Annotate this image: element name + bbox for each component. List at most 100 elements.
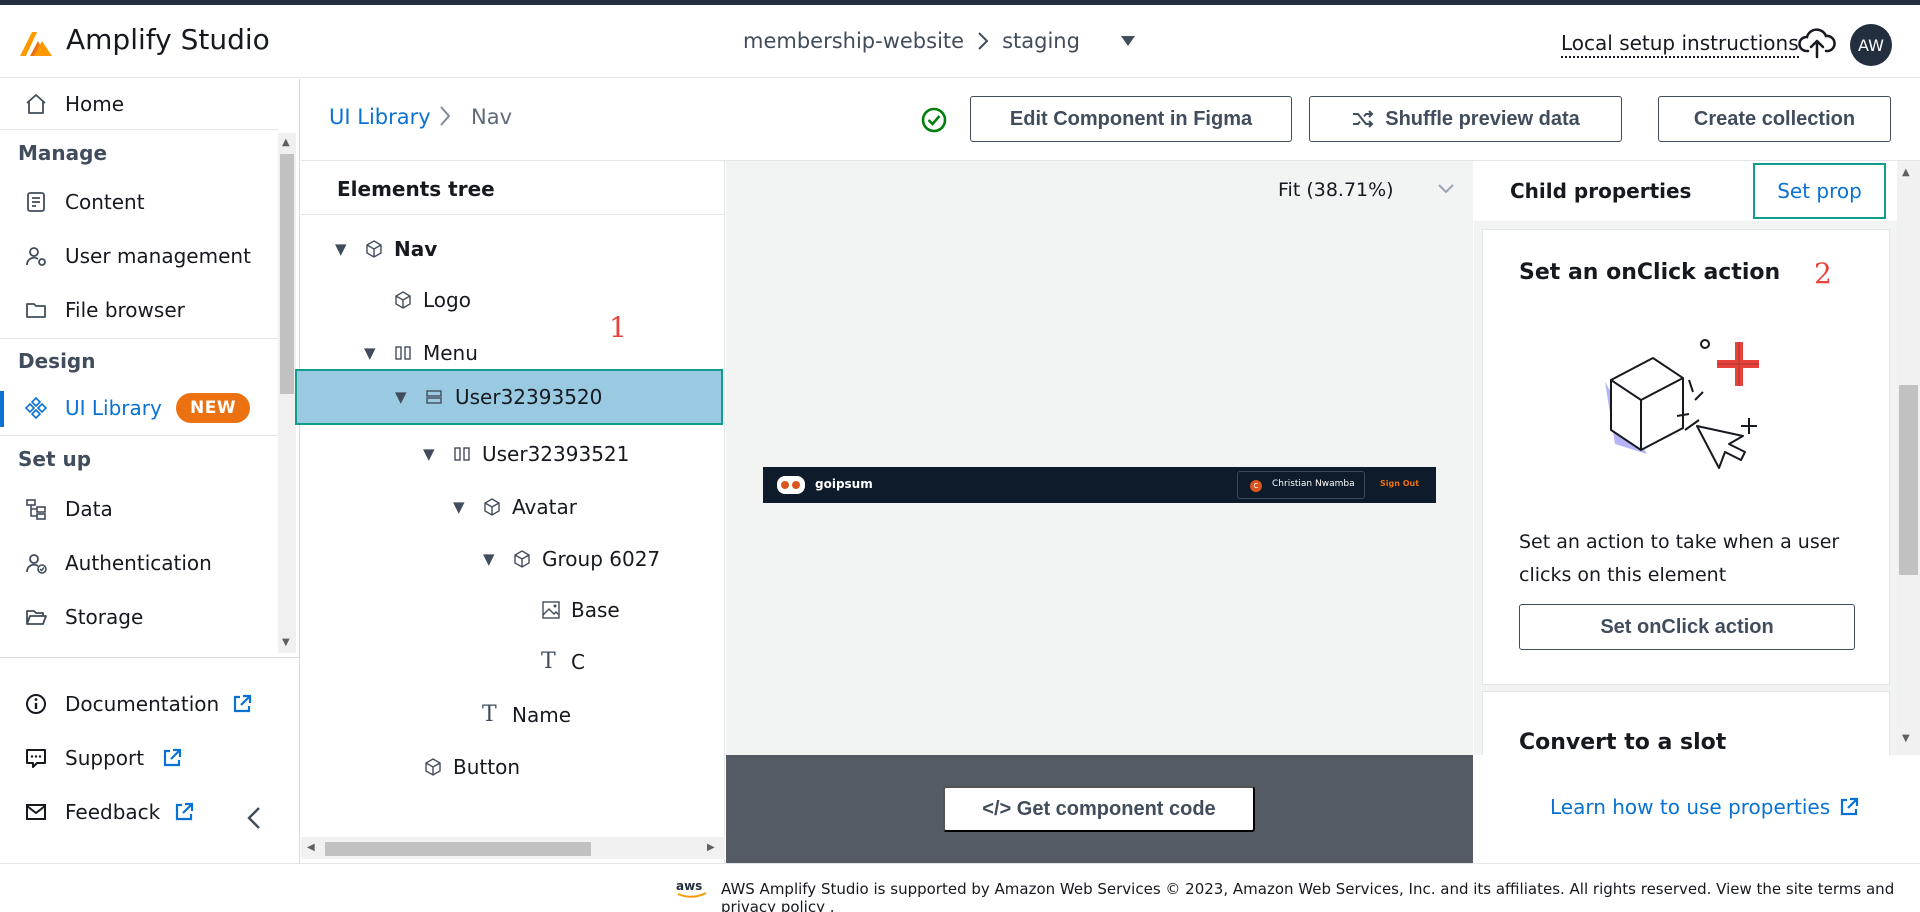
sidebar-item-label: Storage — [65, 605, 144, 629]
tree-node-c[interactable]: T C — [301, 638, 725, 686]
shuffle-preview-button[interactable]: Shuffle preview data — [1309, 96, 1622, 142]
tree-node-user32393520[interactable]: ▼ User32393520 — [295, 369, 723, 425]
environment-name[interactable]: staging — [1002, 29, 1080, 53]
tree-node-label: Group 6027 — [542, 547, 661, 571]
cloud-upload-icon[interactable] — [1798, 27, 1836, 59]
sidebar-item-label: Authentication — [65, 551, 212, 575]
code-bar: </> Get component code — [726, 755, 1473, 863]
sidebar-item-authentication[interactable]: Authentication — [0, 538, 278, 588]
nav-component-preview[interactable]: goipsum C Christian Nwamba Sign Out — [763, 467, 1436, 503]
check-circle-icon — [921, 107, 947, 133]
sidebar-item-content[interactable]: Content — [0, 177, 278, 227]
preview-avatar: C — [1250, 480, 1262, 492]
environment-dropdown-icon[interactable] — [1120, 35, 1136, 47]
scroll-right-icon[interactable]: ▶ — [707, 842, 715, 853]
elements-tree-panel: Elements tree ▼ Nav Logo ▼ Menu ▼ User32… — [295, 161, 725, 863]
edit-in-figma-button[interactable]: Edit Component in Figma — [970, 96, 1292, 142]
tree-node-label: Logo — [423, 288, 471, 312]
chevron-down-icon[interactable] — [1436, 179, 1456, 197]
tree-node-label: Nav — [394, 237, 438, 261]
scroll-down-icon[interactable]: ▼ — [282, 637, 290, 648]
expand-caret-icon[interactable]: ▼ — [483, 550, 495, 568]
user-avatar[interactable]: AW — [1850, 24, 1892, 66]
sidebar-item-home[interactable]: Home — [0, 79, 278, 129]
tree-scroll-thumb[interactable] — [325, 842, 591, 856]
preview-user-name: Christian Nwamba — [1272, 479, 1355, 489]
support-chat-icon — [22, 744, 50, 772]
svg-text:aws: aws — [676, 879, 702, 893]
sidebar-item-documentation[interactable]: Documentation — [0, 679, 278, 729]
onclick-card: Set an onClick action Set an action to t… — [1482, 229, 1890, 685]
sidebar-item-label: Data — [65, 497, 113, 521]
sidebar-divider — [0, 129, 278, 130]
properties-title: Child properties — [1510, 179, 1692, 203]
expand-caret-icon[interactable]: ▼ — [395, 388, 407, 406]
expand-caret-icon[interactable]: ▼ — [335, 240, 347, 258]
content-icon — [22, 188, 50, 216]
data-icon — [22, 495, 50, 523]
preview-canvas: Fit (38.71%) goipsum C Christian Nwamba … — [726, 161, 1473, 755]
zoom-select[interactable]: Fit (38.71%) — [1278, 179, 1394, 201]
tree-node-logo[interactable]: Logo — [301, 276, 725, 324]
sidebar-item-ui-library[interactable]: UI Library NEW — [0, 383, 278, 433]
preview-sign-out: Sign Out — [1380, 479, 1420, 488]
get-component-code-button[interactable]: </> Get component code — [943, 786, 1255, 832]
sidebar-item-label: Feedback — [65, 800, 161, 824]
folder-icon — [22, 296, 50, 324]
tree-node-label: Menu — [423, 341, 478, 365]
section-setup: Set up — [18, 447, 92, 471]
scroll-up-icon[interactable]: ▲ — [282, 137, 290, 148]
sidebar-item-user-management[interactable]: User management — [0, 231, 278, 281]
tree-node-nav[interactable]: ▼ Nav — [301, 225, 725, 273]
expand-caret-icon[interactable]: ▼ — [423, 445, 435, 463]
properties-scroll-thumb[interactable] — [1899, 385, 1918, 575]
tree-horizontal-scrollbar[interactable]: ◀ ▶ — [301, 837, 725, 859]
set-prop-tab[interactable]: Set prop — [1753, 163, 1886, 219]
tree-node-group-6027[interactable]: ▼ Group 6027 — [301, 535, 725, 583]
page-footer: aws AWS Amplify Studio is supported by A… — [0, 863, 1920, 912]
sidebar-item-file-browser[interactable]: File browser — [0, 285, 278, 335]
shuffle-icon — [1353, 110, 1374, 128]
create-collection-button[interactable]: Create collection — [1658, 96, 1891, 142]
collapse-sidebar-icon[interactable] — [244, 804, 264, 832]
scroll-left-icon[interactable]: ◀ — [307, 842, 315, 853]
sidebar-divider — [0, 435, 278, 436]
chevron-right-icon — [978, 32, 989, 50]
app-title[interactable]: Amplify Studio — [66, 23, 270, 56]
preview-brand: goipsum — [815, 477, 873, 491]
sidebar-item-label: Documentation — [65, 692, 220, 716]
set-onclick-button[interactable]: Set onClick action — [1519, 604, 1855, 650]
sidebar-item-data[interactable]: Data — [0, 484, 278, 534]
breadcrumb-ui-library[interactable]: UI Library — [329, 105, 431, 129]
tree-node-user32393521[interactable]: ▼ User32393521 — [301, 430, 725, 478]
project-name[interactable]: membership-website — [743, 29, 964, 53]
learn-properties-link[interactable]: Learn how to use properties — [1550, 795, 1860, 819]
info-icon — [22, 690, 50, 718]
external-link-icon — [175, 802, 194, 821]
local-setup-link[interactable]: Local setup instructions — [1561, 31, 1799, 58]
sidebar-scroll-thumb[interactable] — [280, 154, 294, 394]
slot-title: Convert to a slot — [1519, 730, 1727, 755]
tree-node-name[interactable]: T Name — [301, 691, 725, 739]
sidebar-item-label: Home — [65, 92, 125, 116]
component-toolbar: UI Library Nav Edit Component in Figma S… — [301, 79, 1920, 161]
elements-tree-header: Elements tree — [301, 161, 725, 215]
sidebar-item-storage[interactable]: Storage — [0, 592, 278, 642]
amplify-logo-icon[interactable] — [18, 29, 54, 57]
annotation-marker-1: 1 — [609, 311, 627, 344]
sidebar-item-feedback[interactable]: Feedback — [0, 787, 278, 837]
sidebar-item-support[interactable]: Support — [0, 733, 278, 783]
expand-caret-icon[interactable]: ▼ — [364, 344, 376, 362]
scroll-down-icon[interactable]: ▼ — [1902, 733, 1910, 744]
preview-logo-icon — [777, 476, 805, 494]
tree-node-label: Button — [453, 755, 520, 779]
slot-card: Convert to a slot — [1482, 691, 1890, 755]
tree-node-button[interactable]: Button — [301, 743, 725, 791]
properties-header: Child properties Set prop — [1474, 161, 1899, 221]
expand-caret-icon[interactable]: ▼ — [453, 498, 465, 516]
scroll-up-icon[interactable]: ▲ — [1902, 167, 1910, 178]
footer-text: AWS Amplify Studio is supported by Amazo… — [721, 880, 1895, 912]
text-icon: T — [541, 649, 556, 674]
tree-node-avatar[interactable]: ▼ Avatar — [301, 483, 725, 531]
tree-node-base[interactable]: Base — [301, 586, 725, 634]
